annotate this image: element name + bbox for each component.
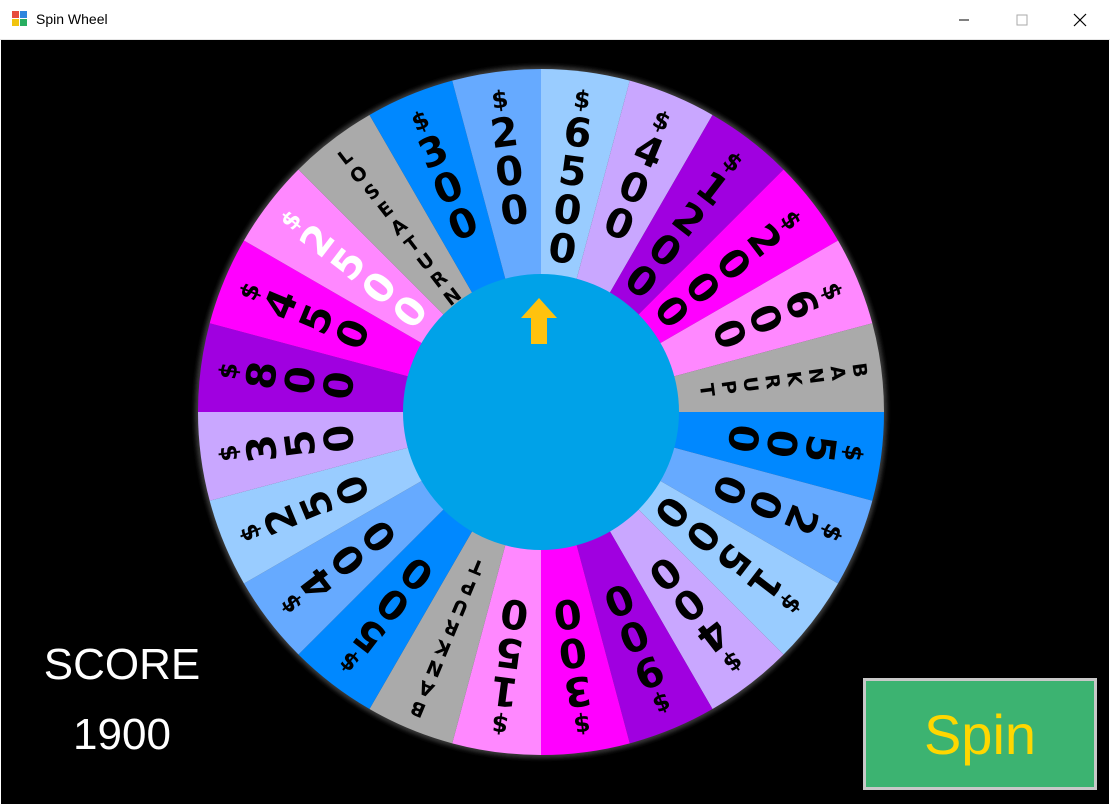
spin-button-label: Spin <box>923 702 1037 766</box>
close-icon <box>1073 13 1087 26</box>
minimize-icon <box>959 19 969 20</box>
app-icon <box>12 11 27 26</box>
spin-button[interactable]: Spin <box>863 678 1097 790</box>
score-value: 1900 <box>73 710 171 759</box>
close-button[interactable] <box>1051 0 1109 39</box>
maximize-icon <box>1016 14 1028 25</box>
title-bar: Spin Wheel <box>0 0 1110 40</box>
score-label: SCORE <box>43 640 201 689</box>
minimize-button[interactable] <box>935 0 993 39</box>
maximize-button[interactable] <box>993 0 1051 39</box>
app-window: Spin Wheel $6500 $400 $1200 $2000 $600 BANKRU… <box>0 0 1110 805</box>
window-title: Spin Wheel <box>36 11 108 27</box>
game-canvas: $6500 $400 $1200 $2000 $600 BANKRUPT $500 $200 $… <box>1 40 1109 804</box>
